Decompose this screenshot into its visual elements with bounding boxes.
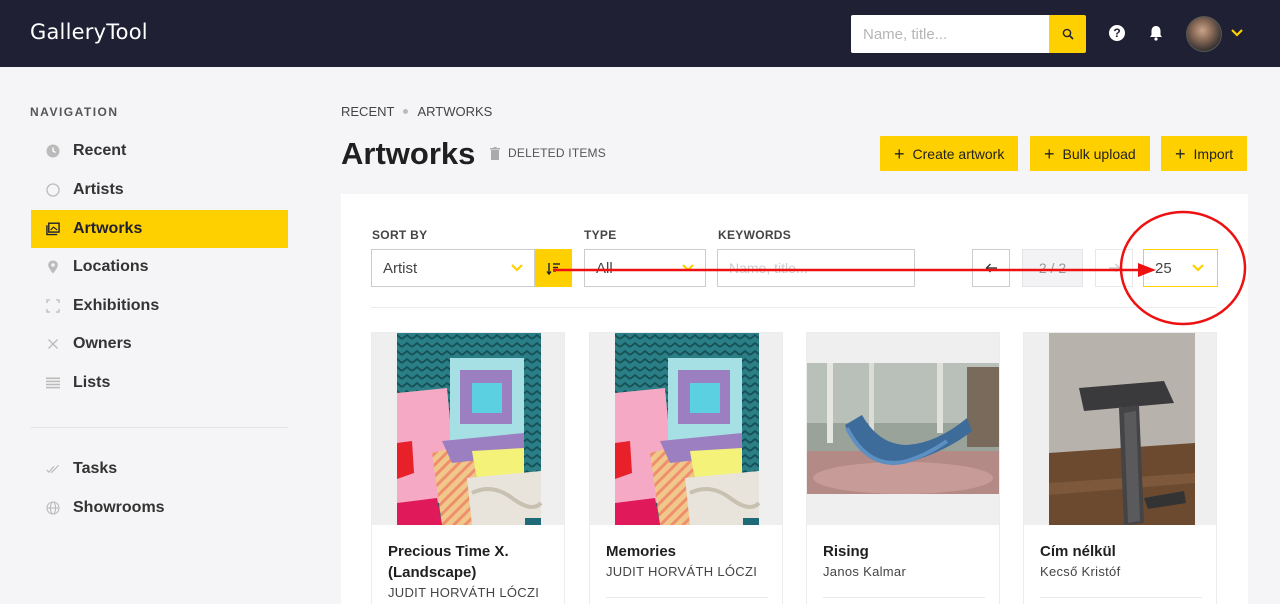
plus-icon: + — [894, 143, 905, 164]
artwork-card[interactable]: Precious Time X. (Landscape) JUDIT HORVÁ… — [371, 332, 565, 604]
artwork-card[interactable]: Rising Janos Kalmar — [806, 332, 1000, 604]
import-button[interactable]: + Import — [1161, 136, 1248, 171]
app-logo[interactable]: GalleryTool — [30, 20, 148, 44]
circle-icon — [46, 183, 60, 197]
type-value: All — [596, 259, 613, 277]
arrow-right-icon — [1108, 263, 1120, 273]
sidebar-item-lists[interactable]: Lists — [31, 364, 288, 402]
sidebar-item-artists[interactable]: Artists — [31, 171, 288, 209]
breadcrumb: RECENT ARTWORKS — [341, 104, 492, 119]
page-indicator: 2 / 2 — [1022, 249, 1083, 287]
global-search-input[interactable] — [851, 15, 1049, 53]
artwork-thumbnail — [1024, 333, 1216, 525]
chevron-down-icon — [511, 264, 523, 272]
sort-by-select[interactable]: Artist — [371, 249, 535, 287]
sidebar-item-label: Owners — [73, 335, 132, 352]
sidebar-item-label: Recent — [73, 142, 127, 159]
chevron-down-icon — [682, 264, 694, 272]
chevron-down-icon[interactable] — [1230, 28, 1244, 38]
artwork-thumbnail — [590, 333, 782, 525]
bell-icon[interactable] — [1147, 24, 1165, 42]
card-divider — [1040, 597, 1202, 598]
deleted-items-label: DELETED ITEMS — [508, 146, 606, 160]
sidebar-item-showrooms[interactable]: Showrooms — [31, 489, 288, 527]
artwork-card[interactable]: Memories JUDIT HORVÁTH LÓCZI — [589, 332, 783, 604]
arrow-left-icon — [985, 263, 997, 273]
next-page-button[interactable] — [1095, 249, 1133, 287]
artwork-artist: JUDIT HORVÁTH LÓCZI — [388, 585, 540, 600]
page-title: Artworks — [341, 136, 476, 171]
create-artwork-button[interactable]: + Create artwork — [880, 136, 1019, 171]
artwork-thumbnail — [372, 333, 564, 525]
artwork-artist: JUDIT HORVÁTH LÓCZI — [606, 564, 758, 579]
sort-direction-button[interactable] — [535, 249, 572, 287]
sidebar-item-owners[interactable]: Owners — [31, 325, 288, 363]
keywords-input[interactable] — [717, 249, 915, 287]
check-icon — [46, 462, 60, 476]
pin-icon — [46, 260, 60, 274]
sort-icon — [546, 262, 560, 275]
global-search-button[interactable] — [1049, 15, 1086, 53]
chevron-down-icon — [1192, 264, 1204, 272]
sidebar-item-label: Locations — [73, 258, 149, 275]
import-label: Import — [1193, 145, 1234, 162]
trash-icon — [490, 146, 500, 160]
sidebar-item-tasks[interactable]: Tasks — [31, 450, 288, 488]
sidebar-item-artworks[interactable]: Artworks — [31, 210, 288, 248]
sort-by-label: SORT BY — [372, 228, 428, 242]
user-avatar[interactable] — [1186, 16, 1222, 52]
sidebar-item-locations[interactable]: Locations — [31, 248, 288, 286]
breadcrumb-separator — [403, 109, 409, 114]
artwork-artist: Kecső Kristóf — [1040, 564, 1121, 579]
keywords-label: KEYWORDS — [718, 228, 792, 242]
sidebar-item-label: Exhibitions — [73, 297, 160, 314]
create-artwork-label: Create artwork — [912, 145, 1005, 162]
plus-icon: + — [1044, 143, 1055, 164]
card-divider — [823, 597, 985, 598]
sidebar-item-exhibitions[interactable]: Exhibitions — [31, 287, 288, 325]
sidebar-item-recent[interactable]: Recent — [31, 132, 288, 170]
type-select[interactable]: All — [584, 249, 706, 287]
breadcrumb-artworks: ARTWORKS — [417, 104, 493, 119]
bulk-upload-button[interactable]: + Bulk upload — [1030, 136, 1150, 171]
sidebar-item-label: Artworks — [73, 220, 143, 237]
help-icon[interactable]: ? — [1109, 25, 1125, 41]
frame-icon — [46, 299, 60, 313]
previous-page-button[interactable] — [972, 249, 1010, 287]
sort-by-value: Artist — [383, 259, 418, 277]
globe-icon — [46, 501, 60, 515]
card-divider — [606, 597, 768, 598]
sidebar-item-label: Tasks — [73, 460, 118, 477]
search-icon — [1062, 28, 1074, 40]
list-icon — [46, 376, 60, 390]
items-per-page-select[interactable]: 25 — [1143, 249, 1218, 287]
artwork-title: Rising — [823, 543, 869, 560]
artwork-artist: Janos Kalmar — [823, 564, 907, 579]
artwork-title: Precious Time X. (Landscape) — [388, 543, 509, 581]
sidebar-item-label: Lists — [73, 374, 111, 391]
artwork-title: Cím nélkül — [1040, 543, 1116, 560]
x-icon — [46, 337, 60, 351]
sidebar-item-label: Artists — [73, 181, 124, 198]
items-per-page-value: 25 — [1155, 259, 1172, 277]
artwork-title: Memories — [606, 543, 677, 560]
sidebar-title: NAVIGATION — [30, 105, 119, 119]
gallery-icon — [46, 222, 60, 236]
plus-icon: + — [1175, 143, 1186, 164]
sidebar-divider — [31, 427, 288, 428]
type-label: TYPE — [584, 228, 617, 242]
clock-icon — [46, 144, 60, 158]
artwork-thumbnail — [807, 333, 999, 525]
artwork-card[interactable]: Cím nélkül Kecső Kristóf — [1023, 332, 1217, 604]
sidebar-item-label: Showrooms — [73, 499, 165, 516]
panel-divider — [371, 307, 1217, 308]
breadcrumb-recent[interactable]: RECENT — [341, 104, 394, 119]
top-bar: GalleryTool ? — [0, 0, 1280, 67]
deleted-items-link[interactable]: DELETED ITEMS — [490, 146, 606, 160]
bulk-upload-label: Bulk upload — [1062, 145, 1136, 162]
